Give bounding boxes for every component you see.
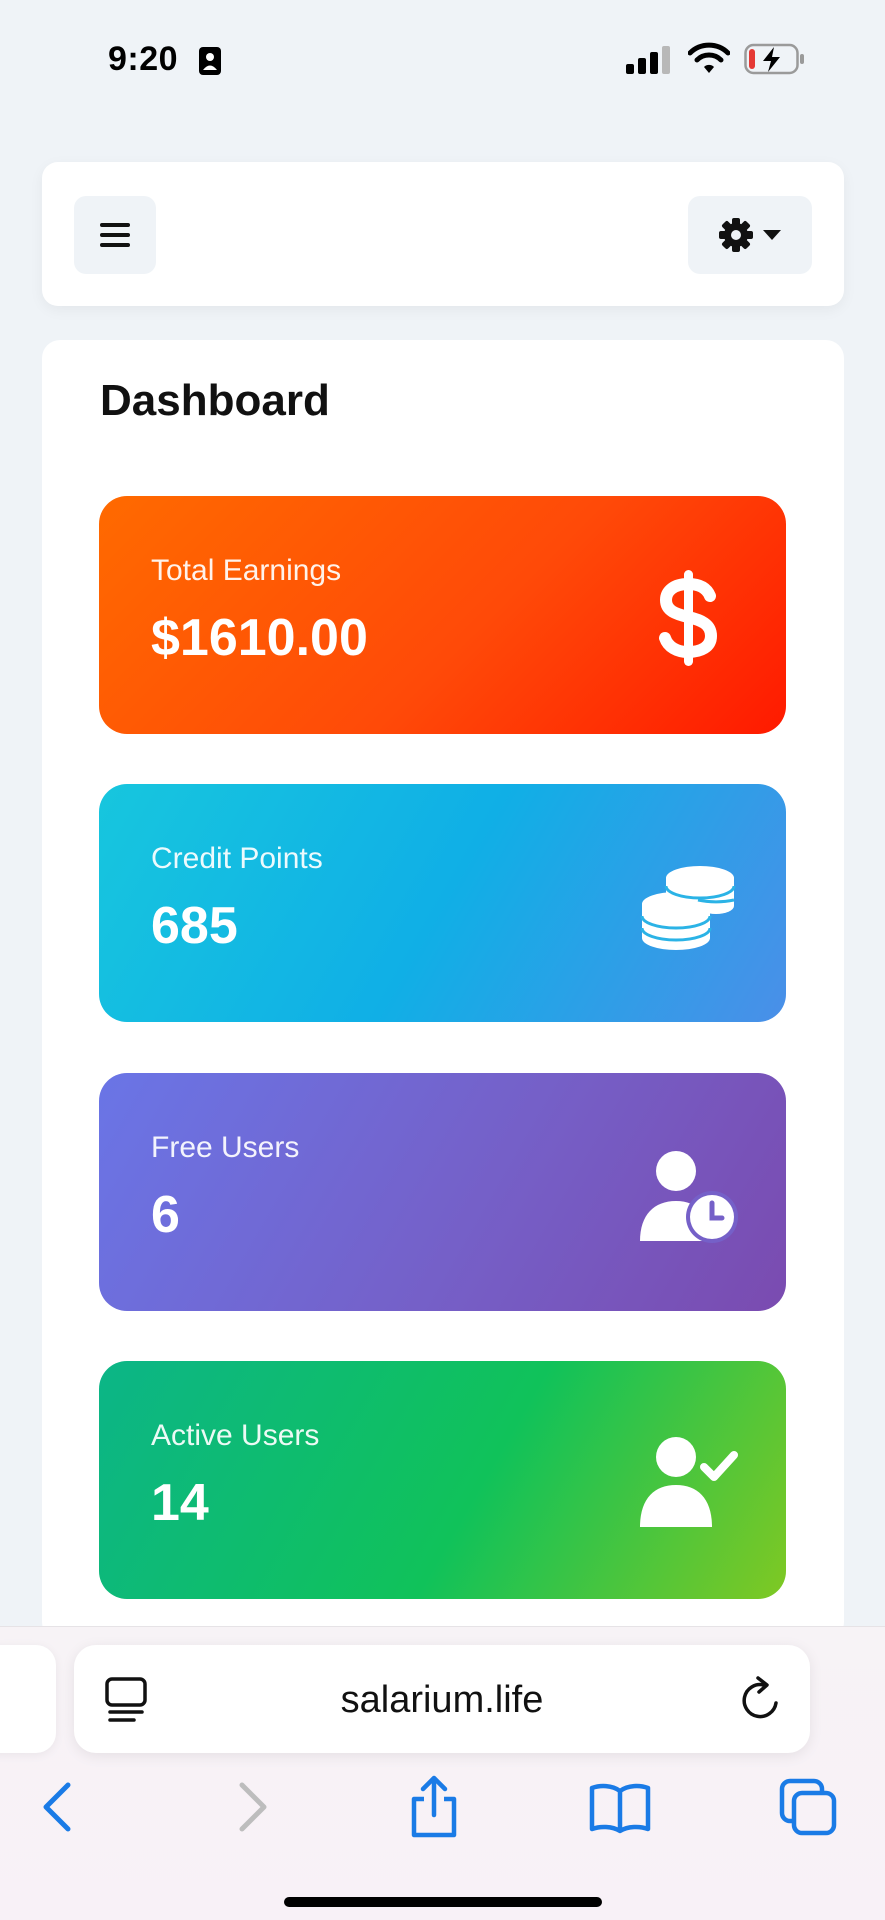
bookmarks-icon[interactable] xyxy=(588,1775,652,1839)
previous-tab-peek[interactable] xyxy=(0,1645,56,1753)
stat-value: 6 xyxy=(151,1186,180,1244)
stat-value: $1610.00 xyxy=(151,609,368,667)
hamburger-icon xyxy=(100,223,130,247)
dashboard-panel: Dashboard Total Earnings $1610.00 Credit… xyxy=(42,340,844,1640)
address-bar[interactable]: salarium.life xyxy=(74,1645,810,1753)
stat-label: Active Users xyxy=(151,1419,320,1452)
dollar-icon xyxy=(659,570,718,666)
status-bar: 9:20 xyxy=(0,0,885,120)
stat-value: 685 xyxy=(151,897,238,955)
stat-label: Credit Points xyxy=(151,842,323,875)
url-text[interactable]: salarium.life xyxy=(74,1679,810,1722)
page-title: Dashboard xyxy=(100,376,330,425)
active-users-card[interactable]: Active Users 14 xyxy=(99,1361,786,1599)
user-check-icon xyxy=(640,1437,738,1527)
reload-icon[interactable] xyxy=(738,1675,784,1723)
battery-charging-icon xyxy=(744,43,804,75)
free-users-card[interactable]: Free Users 6 xyxy=(99,1073,786,1311)
stat-label: Total Earnings xyxy=(151,554,342,587)
user-clock-icon xyxy=(640,1151,738,1243)
stat-label: Free Users xyxy=(151,1131,300,1164)
top-navbar xyxy=(42,162,844,306)
back-icon[interactable] xyxy=(28,1775,92,1839)
focus-person-icon xyxy=(199,47,221,75)
settings-dropdown-button[interactable] xyxy=(688,196,812,274)
menu-button[interactable] xyxy=(74,196,156,274)
wifi-icon xyxy=(688,42,730,73)
tabs-icon[interactable] xyxy=(776,1775,840,1839)
gear-icon xyxy=(719,218,753,252)
stat-value: 14 xyxy=(151,1474,209,1532)
total-earnings-card[interactable]: Total Earnings $1610.00 xyxy=(99,496,786,734)
forward-icon[interactable] xyxy=(218,1775,282,1839)
browser-chrome: salarium.life xyxy=(0,1626,885,1920)
caret-down-icon xyxy=(763,230,781,240)
home-indicator[interactable] xyxy=(284,1897,602,1907)
status-time: 9:20 xyxy=(108,40,179,78)
credit-points-card[interactable]: Credit Points 685 xyxy=(99,784,786,1022)
coins-icon xyxy=(640,866,736,950)
share-icon[interactable] xyxy=(402,1775,466,1839)
page: 9:20 Dashboard Total Earnings $1610.00 C… xyxy=(0,0,885,1920)
signal-icon xyxy=(626,46,670,74)
